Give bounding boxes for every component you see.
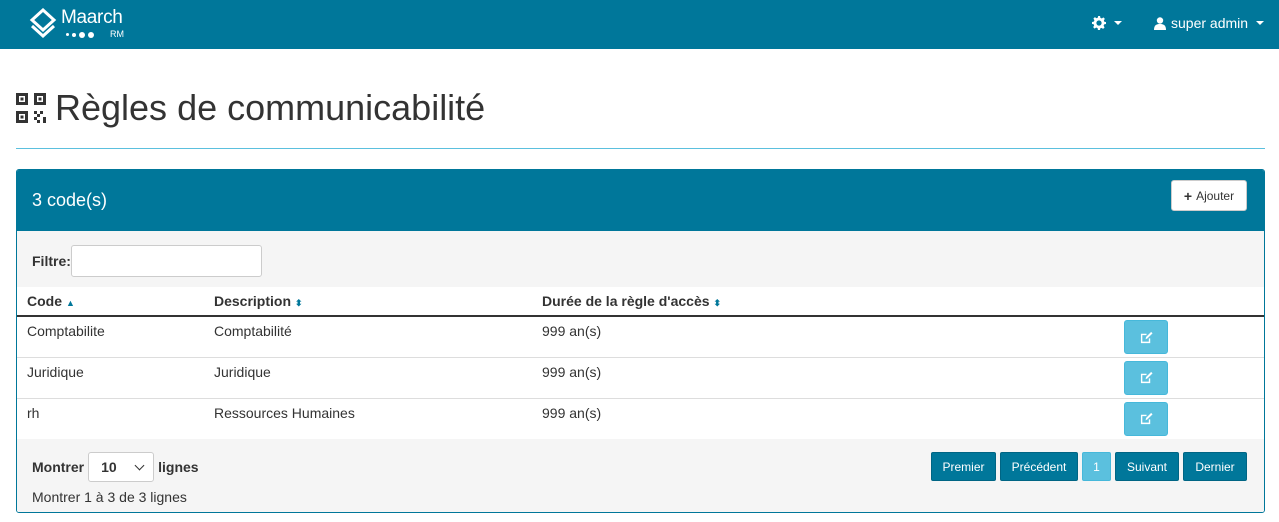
column-header-actions — [1114, 287, 1264, 317]
filter-label: Filtre: — [32, 253, 71, 269]
edit-icon — [1140, 412, 1153, 425]
cell-actions — [1114, 316, 1264, 357]
cell-actions — [1114, 397, 1264, 439]
table-row: Juridique Juridique 999 an(s) — [17, 356, 1264, 398]
cell-code: Comptabilite — [17, 316, 204, 357]
cell-duration: 999 an(s) — [532, 316, 1114, 357]
edit-button[interactable] — [1124, 360, 1168, 395]
filter-input[interactable] — [70, 245, 262, 277]
logo-mark-icon — [29, 8, 57, 38]
caret-down-icon — [1114, 21, 1122, 25]
gear-icon — [1092, 16, 1106, 30]
cell-description: Juridique — [204, 356, 532, 398]
sort-asc-icon: ▲ — [66, 298, 75, 308]
edit-icon — [1140, 371, 1153, 384]
caret-down-icon — [1256, 21, 1265, 25]
plus-icon: + — [1183, 187, 1193, 204]
table-row: rh Ressources Humaines 999 an(s) — [17, 397, 1264, 439]
user-icon — [1154, 16, 1166, 30]
filter-row: Filtre: — [32, 245, 262, 277]
page-1-button[interactable]: 1 — [1082, 452, 1111, 481]
column-label: Description — [214, 293, 292, 309]
page-size-value: 10 — [101, 459, 117, 475]
cell-code: Juridique — [17, 356, 204, 398]
settings-menu[interactable] — [1092, 16, 1122, 30]
table-info: Montrer 1 à 3 de 3 lignes — [32, 489, 187, 505]
brand-sub: RM — [110, 29, 124, 39]
top-navbar: Maarch RM super admin — [0, 0, 1279, 49]
cell-duration: 999 an(s) — [532, 397, 1114, 439]
rules-panel: 3 code(s) + Ajouter Filtre: Code ▲ Descri… — [16, 169, 1265, 513]
page-size-select[interactable]: 10 — [88, 452, 155, 482]
user-menu[interactable]: super admin — [1154, 15, 1265, 31]
panel-title: 3 code(s) — [32, 190, 108, 210]
sort-icon: ⬍ — [713, 298, 722, 308]
column-header-code[interactable]: Code ▲ — [17, 287, 204, 317]
edit-icon — [1140, 331, 1153, 343]
edit-button[interactable] — [1124, 320, 1168, 354]
column-label: Code — [27, 293, 62, 309]
cell-duration: 999 an(s) — [532, 356, 1114, 398]
page-title: Règles de communicabilité — [55, 87, 486, 128]
rules-table: Code ▲ Description ⬍ Durée de la règle d'a… — [17, 287, 1264, 439]
cell-description: Comptabilité — [204, 316, 532, 357]
chevron-down-icon — [134, 460, 145, 470]
table-row: Comptabilite Comptabilité 999 an(s) — [17, 316, 1264, 357]
page-header: Règles de communicabilité — [16, 86, 485, 130]
edit-button[interactable] — [1124, 401, 1168, 436]
cell-actions — [1114, 356, 1264, 398]
add-button-label: Ajouter — [1196, 188, 1235, 203]
column-label: Durée de la règle d'accès — [542, 293, 710, 309]
user-name: super admin — [1171, 15, 1249, 31]
panel-heading: 3 code(s) + Ajouter — [17, 170, 1264, 231]
brand-name: Maarch — [61, 7, 123, 28]
page-length-control: Montrer 10 lignes — [32, 452, 199, 482]
cell-code: rh — [17, 397, 204, 439]
next-page-button[interactable]: Suivant — [1115, 452, 1179, 481]
panel-body: Filtre: Code ▲ Description ⬍ Durée de la r… — [17, 231, 1264, 512]
last-page-button[interactable]: Dernier — [1183, 452, 1247, 481]
previous-page-button[interactable]: Précédent — [1000, 452, 1078, 481]
column-header-description[interactable]: Description ⬍ — [204, 287, 532, 317]
show-label: Montrer — [32, 459, 85, 475]
cell-description: Ressources Humaines — [204, 397, 532, 439]
sort-icon: ⬍ — [295, 298, 303, 308]
lines-label: lignes — [158, 459, 199, 475]
pagination: Premier Précédent 1 Suivant Dernier — [931, 452, 1247, 481]
brand-dots — [66, 31, 94, 38]
maarch-logo[interactable]: Maarch RM — [28, 8, 124, 39]
add-button[interactable]: + Ajouter — [1171, 180, 1247, 211]
column-header-duration[interactable]: Durée de la règle d'accès ⬍ — [532, 287, 1114, 317]
first-page-button[interactable]: Premier — [931, 452, 996, 481]
qrcode-icon — [16, 93, 46, 123]
header-divider — [16, 148, 1265, 149]
